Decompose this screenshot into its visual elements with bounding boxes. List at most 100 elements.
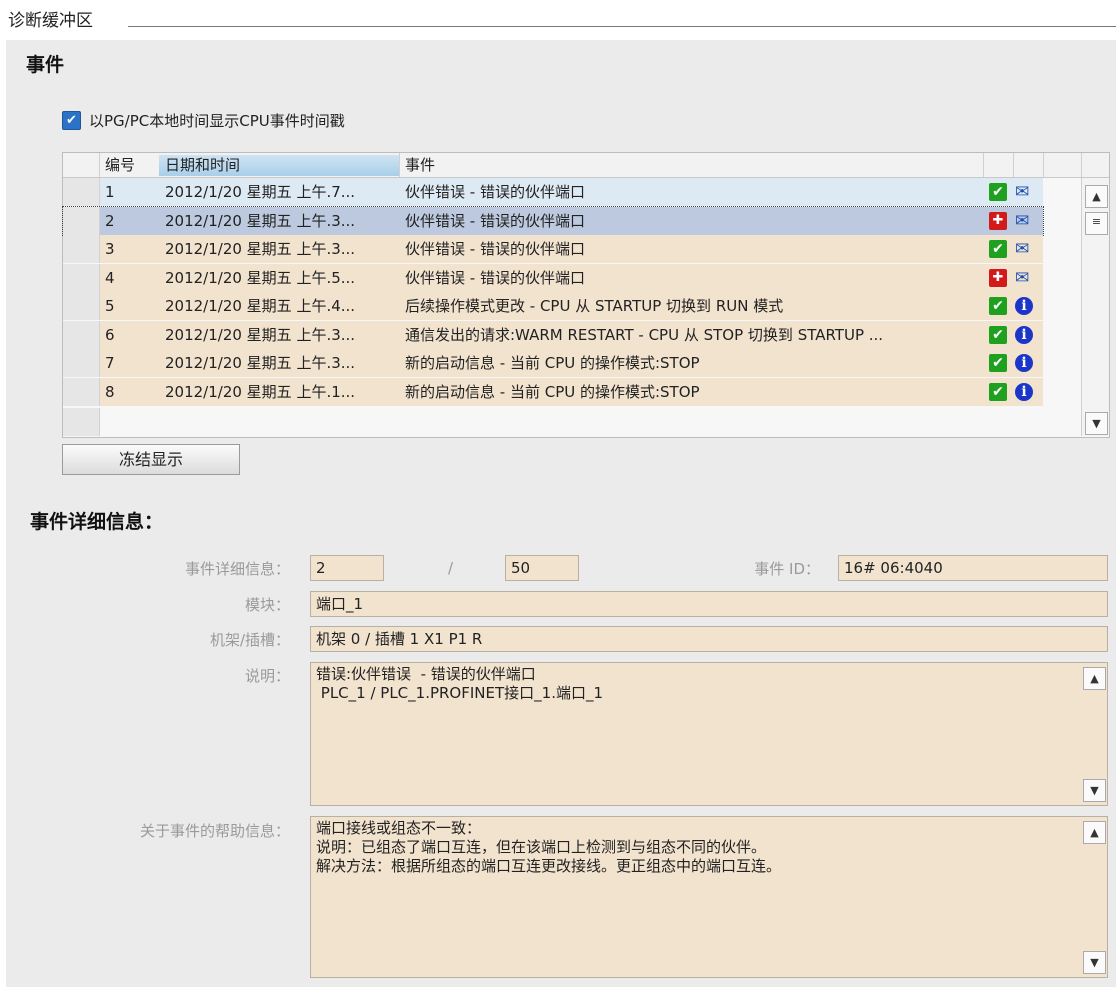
column-separator	[99, 153, 100, 177]
event-total-field[interactable]: 50	[505, 555, 579, 581]
local-time-checkbox-label: 以PG/PC本地时间显示CPU事件时间戳	[89, 112, 345, 130]
cell-number: 1	[105, 183, 115, 201]
ok-icon: ✔	[989, 354, 1007, 372]
table-row[interactable]: 4 2012/1/20 星期五 上午.5... 伙伴错误 - 错误的伙伴端口 ✚ ✉	[63, 263, 1043, 292]
ok-icon: ✔	[989, 240, 1007, 258]
incoming-event-icon: ✉	[1015, 267, 1030, 288]
cell-event: 伙伴错误 - 错误的伙伴端口	[405, 268, 585, 287]
column-header-datetime[interactable]: 日期和时间	[165, 153, 240, 177]
info-icon: i	[1015, 382, 1033, 401]
event-index-separator: /	[448, 559, 454, 577]
module-label: 模块：	[244, 596, 290, 614]
title-divider	[128, 26, 1116, 27]
cell-event: 伙伴错误 - 错误的伙伴端口	[405, 183, 585, 201]
description-text: 错误:伙伴错误 - 错误的伙伴端口 PLC_1 / PLC_1.PROFINET…	[316, 665, 604, 702]
rack-slot-field[interactable]: 机架 0 / 插槽 1 X1 P1 R	[310, 626, 1108, 652]
scroll-up-button[interactable]: ▲	[1085, 185, 1108, 208]
event-table: 编号 日期和时间 事件 1 2012/1/20 星期五 上午.7... 伙伴错误 -…	[62, 152, 1110, 438]
column-separator	[399, 153, 400, 177]
description-field[interactable]: 错误:伙伴错误 - 错误的伙伴端口 PLC_1 / PLC_1.PROFINET…	[310, 662, 1108, 806]
cell-event: 后续操作模式更改 - CPU 从 STARTUP 切换到 RUN 模式	[405, 297, 784, 315]
event-id-field[interactable]: 16# 06:4040	[838, 555, 1108, 581]
cell-datetime: 2012/1/20 星期五 上午.7...	[165, 183, 356, 201]
info-icon: i	[1015, 325, 1033, 344]
error-icon: ✚	[989, 268, 1007, 287]
row-selector[interactable]	[63, 377, 100, 406]
info-icon: i	[1015, 354, 1033, 372]
table-row[interactable]: 5 2012/1/20 星期五 上午.4... 后续操作模式更改 - CPU 从 S…	[63, 292, 1043, 320]
row-selector[interactable]	[63, 349, 100, 377]
help-scroll-up-button[interactable]: ▲	[1083, 821, 1106, 844]
scroll-thumb[interactable]: ≡	[1085, 212, 1108, 235]
ok-icon: ✔	[989, 297, 1007, 315]
cell-event: 伙伴错误 - 错误的伙伴端口	[405, 240, 585, 258]
event-detail-label: 事件详细信息：	[184, 560, 290, 578]
table-header: 编号 日期和时间 事件	[63, 153, 1109, 178]
table-row[interactable]: 6 2012/1/20 星期五 上午.3... 通信发出的请求:WARM RESTA…	[63, 320, 1043, 349]
row-selector[interactable]	[63, 292, 100, 320]
help-label: 关于事件的帮助信息：	[139, 822, 290, 840]
row-selector[interactable]	[63, 178, 100, 206]
ok-icon: ✔	[989, 183, 1007, 201]
error-icon: ✚	[989, 211, 1007, 230]
ok-icon: ✔	[989, 382, 1007, 401]
cell-event: 新的启动信息 - 当前 CPU 的操作模式:STOP	[405, 382, 700, 401]
module-field[interactable]: 端口_1	[310, 591, 1108, 617]
row-selector[interactable]	[63, 320, 100, 349]
help-text: 端口接线或组态不一致： 说明：已组态了端口互连，但在该端口上检测到与组态不同的伙…	[316, 819, 782, 875]
cell-datetime: 2012/1/20 星期五 上午.3...	[165, 211, 356, 230]
table-row[interactable]: 1 2012/1/20 星期五 上午.7... 伙伴错误 - 错误的伙伴端口 ✔ ✉	[63, 178, 1043, 206]
freeze-display-button[interactable]: 冻结显示	[62, 444, 240, 475]
column-header-event[interactable]: 事件	[405, 153, 435, 177]
cell-number: 3	[105, 240, 115, 258]
empty-row-selector	[63, 408, 100, 436]
cell-number: 8	[105, 382, 115, 401]
help-field[interactable]: 端口接线或组态不一致： 说明：已组态了端口互连，但在该端口上检测到与组态不同的伙…	[310, 816, 1108, 978]
cell-number: 5	[105, 297, 115, 315]
rack-slot-label: 机架/插槽：	[209, 631, 290, 649]
description-label: 说明：	[244, 667, 290, 685]
outgoing-event-icon: ✉	[1015, 239, 1030, 259]
local-time-checkbox-row[interactable]: ✔ 以PG/PC本地时间显示CPU事件时间戳	[62, 110, 345, 131]
events-section-title: 事件	[26, 54, 65, 76]
event-index-field[interactable]: 2	[310, 555, 384, 581]
cell-datetime: 2012/1/20 星期五 上午.3...	[165, 325, 356, 344]
cell-datetime: 2012/1/20 星期五 上午.3...	[165, 354, 356, 372]
help-scroll-down-button[interactable]: ▼	[1083, 951, 1106, 974]
description-scroll-down-button[interactable]: ▼	[1083, 779, 1106, 802]
cell-event: 通信发出的请求:WARM RESTART - CPU 从 STOP 切换到 ST…	[405, 325, 884, 344]
cell-datetime: 2012/1/20 星期五 上午.1...	[165, 382, 356, 401]
table-row[interactable]: 3 2012/1/20 星期五 上午.3... 伙伴错误 - 错误的伙伴端口 ✔ ✉	[63, 235, 1043, 263]
outgoing-event-icon: ✉	[1015, 182, 1030, 202]
cell-datetime: 2012/1/20 星期五 上午.3...	[165, 240, 356, 258]
table-scrollbar[interactable]: ▲ ≡ ▼	[1081, 178, 1109, 436]
column-separator	[1043, 153, 1044, 177]
title-bar	[0, 0, 1116, 38]
table-row[interactable]: 2 2012/1/20 星期五 上午.3... 伙伴错误 - 错误的伙伴端口 ✚ ✉	[62, 205, 1044, 236]
column-separator	[983, 153, 984, 177]
table-row[interactable]: 7 2012/1/20 星期五 上午.3... 新的启动信息 - 当前 CPU 的操…	[63, 349, 1043, 377]
cell-datetime: 2012/1/20 星期五 上午.5...	[165, 268, 356, 287]
column-separator	[1013, 153, 1014, 177]
column-header-number[interactable]: 编号	[105, 153, 135, 177]
event-id-label: 事件 ID：	[754, 560, 820, 578]
ok-icon: ✔	[989, 325, 1007, 344]
cell-datetime: 2012/1/20 星期五 上午.4...	[165, 297, 356, 315]
column-separator	[1081, 153, 1082, 177]
cell-number: 4	[105, 268, 115, 287]
row-selector[interactable]	[63, 263, 100, 292]
table-row[interactable]: 8 2012/1/20 星期五 上午.1... 新的启动信息 - 当前 CPU 的操…	[63, 377, 1043, 406]
cell-number: 6	[105, 325, 115, 344]
row-selector[interactable]	[63, 235, 100, 263]
scroll-down-button[interactable]: ▼	[1085, 412, 1108, 435]
description-scroll-up-button[interactable]: ▲	[1083, 667, 1106, 690]
details-section-title: 事件详细信息：	[30, 511, 164, 533]
cell-number: 2	[105, 211, 115, 230]
cell-event: 新的启动信息 - 当前 CPU 的操作模式:STOP	[405, 354, 700, 372]
window-title: 诊断缓冲区	[8, 11, 93, 31]
cell-event: 伙伴错误 - 错误的伙伴端口	[405, 211, 585, 230]
info-icon: i	[1015, 297, 1033, 315]
cell-number: 7	[105, 354, 115, 372]
row-selector[interactable]	[63, 206, 100, 235]
local-time-checkbox[interactable]: ✔	[62, 111, 81, 130]
